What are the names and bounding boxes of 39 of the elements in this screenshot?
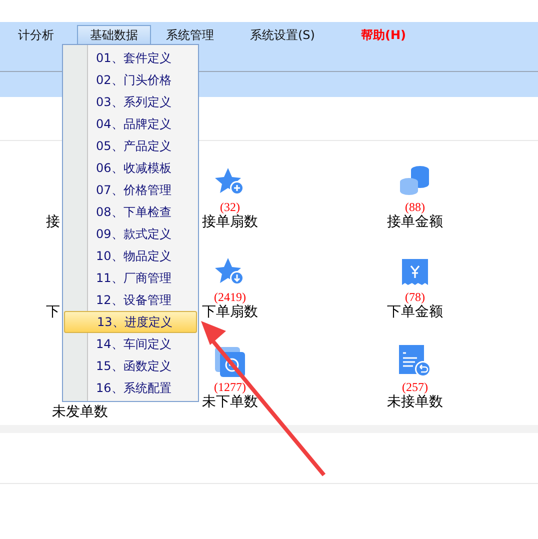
dropdown-item[interactable]: 04、品牌定义: [64, 113, 197, 135]
dropdown-item[interactable]: 06、收减模板: [64, 157, 197, 179]
stat-label: 接: [46, 213, 60, 231]
dropdown-item[interactable]: 14、车间定义: [64, 333, 197, 355]
dropdown-item[interactable]: 10、物品定义: [64, 245, 197, 267]
dropdown-item[interactable]: 08、下单检查: [64, 201, 197, 223]
count: (78): [405, 291, 425, 303]
dropdown-item[interactable]: 05、产品定义: [64, 135, 197, 157]
dropdown-item[interactable]: 03、系列定义: [64, 91, 197, 113]
dropdown-item[interactable]: 02、门头价格: [64, 69, 197, 91]
dropdown-item[interactable]: 09、款式定义: [64, 223, 197, 245]
menu-item[interactable]: 系统管理: [153, 25, 227, 45]
dropdown-item[interactable]: 16、系统配置: [64, 377, 197, 399]
count: (88): [405, 201, 425, 213]
count: (32): [220, 201, 240, 213]
minus-card-icon: [215, 347, 245, 377]
menu-item[interactable]: 系统设置(S): [237, 25, 328, 45]
stat-label: 接单扇数: [202, 214, 258, 231]
count: (1277): [214, 381, 246, 393]
dropdown-item[interactable]: 01、套件定义: [64, 47, 197, 69]
dropdown-item[interactable]: 11、厂商管理: [64, 267, 197, 289]
stat-label: 未接单数: [387, 394, 443, 411]
yen-ticket-icon: [402, 259, 428, 287]
document-return-icon: [399, 345, 431, 377]
dropdown-item[interactable]: 12、设备管理: [64, 289, 197, 311]
stat-label: 未发单数: [52, 403, 108, 421]
coins-icon: [399, 165, 431, 197]
menu-item[interactable]: 计分析: [5, 25, 67, 45]
menu-item[interactable]: 基础数据: [77, 25, 151, 45]
count: (257): [402, 381, 428, 393]
stat-label: 接单金额: [387, 214, 443, 231]
dropdown-item[interactable]: 13、进度定义: [64, 311, 197, 333]
stat-label: 下: [46, 303, 60, 321]
stat-label: 下单金额: [387, 304, 443, 321]
dropdown-item[interactable]: 15、函数定义: [64, 355, 197, 377]
stat-label: 未下单数: [202, 394, 258, 411]
stat-label: 下单扇数: [202, 304, 258, 321]
count: (2419): [214, 291, 246, 303]
dropdown-item[interactable]: 07、价格管理: [64, 179, 197, 201]
